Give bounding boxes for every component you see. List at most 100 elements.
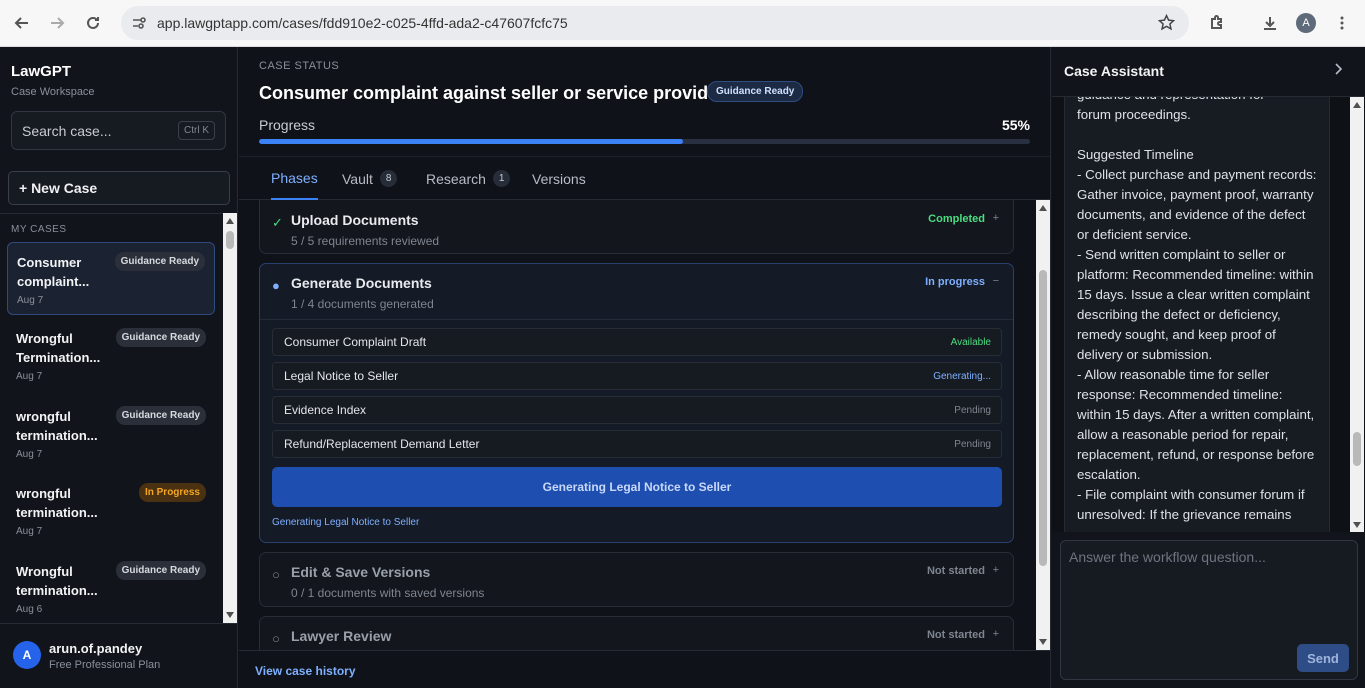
- expand-toggle-icon[interactable]: +: [993, 212, 999, 224]
- case-title: Consumer complaint...: [17, 255, 90, 289]
- phase-edit-save-versions[interactable]: ○ Edit & Save Versions 0 / 1 documents wit…: [259, 552, 1014, 607]
- expand-toggle-icon[interactable]: +: [993, 628, 999, 640]
- case-status-badge: Guidance Ready: [115, 561, 206, 580]
- reload-icon[interactable]: [80, 10, 106, 36]
- sidebar: LawGPT Case Workspace Search case... Ctr…: [0, 47, 238, 688]
- tab-vault[interactable]: Vault 8: [342, 157, 398, 200]
- circle-icon: ○: [272, 567, 280, 582]
- expand-toggle-icon[interactable]: −: [993, 275, 999, 287]
- phases-scrollbar[interactable]: [1036, 200, 1050, 650]
- case-status-badge: Guidance Ready: [115, 406, 206, 425]
- back-icon[interactable]: [9, 10, 35, 36]
- search-shortcut: Ctrl K: [178, 121, 215, 140]
- tab-label: Versions: [532, 170, 586, 187]
- new-case-button[interactable]: + New Case: [8, 171, 230, 205]
- answer-input[interactable]: [1069, 549, 1349, 629]
- case-list-item[interactable]: Wrongful Termination... Aug 7 Guidance Rea…: [7, 319, 215, 392]
- expand-toggle-icon[interactable]: +: [993, 564, 999, 576]
- check-icon: ✓: [272, 215, 283, 230]
- user-name: arun.of.pandey: [49, 641, 143, 656]
- phase-name: Lawyer Review: [291, 628, 392, 644]
- address-bar[interactable]: app.lawgptapp.com/cases/fdd910e2-c025-4f…: [121, 6, 1189, 40]
- case-list-item[interactable]: wrongful termination... Aug 7 In Progress: [7, 474, 215, 547]
- tab-versions[interactable]: Versions: [532, 157, 586, 200]
- phase-header[interactable]: ○ Edit & Save Versions 0 / 1 documents wit…: [260, 553, 1013, 607]
- progress-bar: [259, 139, 1030, 144]
- browser-menu-icon[interactable]: [1329, 10, 1355, 36]
- generate-document-button[interactable]: Generating Legal Notice to Seller: [272, 467, 1002, 507]
- scrollbar-thumb[interactable]: [226, 231, 234, 249]
- profile-avatar[interactable]: A: [1293, 10, 1319, 36]
- chat-area: guidance and representation for forum pr…: [1052, 96, 1365, 532]
- extensions-icon[interactable]: [1204, 10, 1230, 36]
- phase-header[interactable]: ✓ Upload Documents 5 / 5 requirements revi…: [260, 201, 1013, 255]
- case-title: wrongful termination...: [16, 409, 98, 443]
- document-status: Pending: [954, 404, 991, 416]
- sidebar-scrollbar[interactable]: [223, 213, 237, 623]
- assistant-title: Case Assistant: [1064, 63, 1164, 79]
- active-dot-icon: ●: [272, 278, 280, 293]
- tab-count-badge: 8: [379, 170, 398, 187]
- case-list-item[interactable]: Consumer complaint... Aug 7 Guidance Ready: [7, 242, 215, 315]
- document-row[interactable]: Consumer Complaint Draft Available: [272, 328, 1002, 356]
- case-list-item[interactable]: Wrongful termination... Aug 6 Guidance Rea…: [7, 552, 215, 622]
- phase-name: Edit & Save Versions: [291, 564, 431, 580]
- search-placeholder: Search case...: [22, 122, 112, 139]
- chat-scrollbar[interactable]: [1350, 97, 1364, 532]
- phase-header[interactable]: ○Lawyer ReviewPending reviewNot started+: [260, 617, 1013, 650]
- scrollbar-thumb[interactable]: [1353, 432, 1361, 466]
- assistant-message-text: guidance and representation for forum pr…: [1077, 97, 1317, 522]
- status-badge: Guidance Ready: [707, 81, 804, 102]
- document-row[interactable]: Refund/Replacement Demand Letter Pending: [272, 430, 1002, 458]
- phase-subtitle: 0 / 1 documents with saved versions: [291, 586, 485, 600]
- scroll-down-icon[interactable]: [1036, 636, 1050, 648]
- phase-name: Generate Documents: [291, 275, 432, 291]
- send-button[interactable]: Send: [1297, 644, 1349, 672]
- user-profile[interactable]: A arun.of.pandey Free Professional Plan: [0, 623, 238, 688]
- tab-phases[interactable]: Phases: [271, 157, 318, 200]
- case-title: Wrongful termination...: [16, 564, 98, 598]
- phase-status: In progress: [925, 276, 985, 288]
- progress-label: Progress: [259, 117, 316, 133]
- url-text: app.lawgptapp.com/cases/fdd910e2-c025-4f…: [157, 15, 568, 31]
- download-icon[interactable]: [1257, 10, 1283, 36]
- tab-label: Vault: [342, 170, 373, 187]
- document-name: Evidence Index: [284, 403, 367, 417]
- scrollbar-thumb[interactable]: [1039, 270, 1047, 566]
- document-name: Refund/Replacement Demand Letter: [284, 437, 480, 451]
- forward-icon[interactable]: [44, 10, 70, 36]
- document-row[interactable]: Evidence Index Pending: [272, 396, 1002, 424]
- scroll-down-icon[interactable]: [223, 609, 237, 621]
- tab-research[interactable]: Research 1: [426, 157, 511, 200]
- case-status-badge: Guidance Ready: [114, 252, 205, 271]
- case-date: Aug 7: [16, 526, 43, 537]
- site-info-icon[interactable]: [131, 15, 147, 36]
- document-name: Consumer Complaint Draft: [284, 335, 427, 349]
- phase-name: Upload Documents: [291, 212, 419, 228]
- case-date: Aug 7: [16, 371, 43, 382]
- brand-title[interactable]: LawGPT: [11, 63, 71, 80]
- phase-subtitle: 1 / 4 documents generated: [291, 297, 434, 311]
- scroll-up-icon[interactable]: [1036, 202, 1050, 214]
- phase-generate-documents[interactable]: ● Generate Documents 1 / 4 documents gener…: [259, 263, 1014, 543]
- bookmark-star-icon[interactable]: [1157, 13, 1176, 36]
- scroll-down-icon[interactable]: [1350, 519, 1364, 531]
- phase-lawyer-review[interactable]: ○Lawyer ReviewPending reviewNot started+: [259, 616, 1014, 650]
- case-status-badge: Guidance Ready: [115, 328, 206, 347]
- collapse-panel-icon[interactable]: [1333, 63, 1343, 78]
- view-case-history-link[interactable]: View case history: [255, 664, 356, 678]
- progress-percent: 55%: [1001, 117, 1030, 133]
- document-row[interactable]: Legal Notice to Seller Generating...: [272, 362, 1002, 390]
- case-list-item[interactable]: wrongful termination... Aug 7 Guidance Rea…: [7, 397, 215, 470]
- scroll-up-icon[interactable]: [1350, 99, 1364, 111]
- search-case-input[interactable]: Search case... Ctrl K: [11, 111, 226, 150]
- scroll-up-icon[interactable]: [223, 215, 237, 227]
- case-status-badge: In Progress: [138, 483, 206, 502]
- assistant-message: guidance and representation for forum pr…: [1064, 97, 1330, 532]
- phase-header[interactable]: ● Generate Documents 1 / 4 documents gener…: [260, 264, 1013, 318]
- avatar: A: [13, 641, 41, 669]
- case-list: Consumer complaint... Aug 7 Guidance Ready…: [0, 242, 222, 622]
- profile-initial: A: [1296, 13, 1316, 33]
- case-title: Wrongful Termination...: [16, 331, 101, 365]
- phase-upload-documents[interactable]: ✓ Upload Documents 5 / 5 requirements revi…: [259, 200, 1014, 254]
